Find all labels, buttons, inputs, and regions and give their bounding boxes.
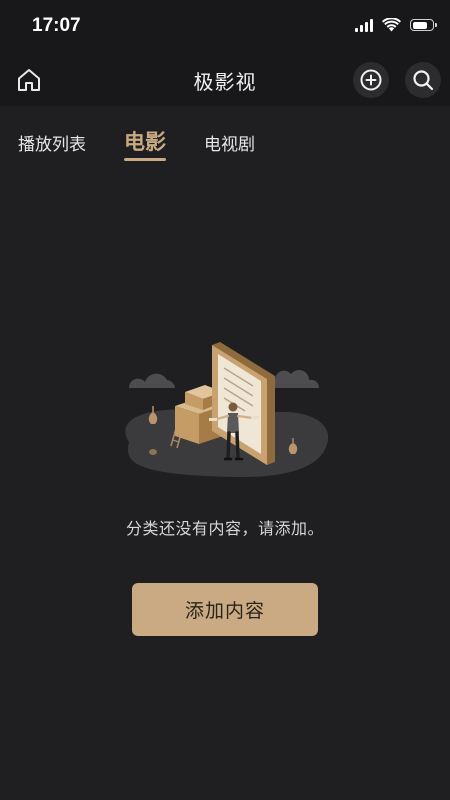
cellular-signal-icon (355, 18, 373, 32)
status-icons (355, 18, 437, 32)
category-tabs: 播放列表 电影 电视剧 (18, 122, 293, 166)
tab-label: 电视剧 (204, 135, 255, 155)
tab-label: 电影 (124, 130, 166, 154)
battery-icon (410, 19, 437, 31)
search-button[interactable] (405, 62, 441, 98)
status-time: 17:07 (32, 15, 81, 36)
nav-bar: 极影视 (0, 54, 450, 106)
tab-label: 播放列表 (18, 135, 86, 155)
tab-tv-series[interactable]: 电视剧 (204, 122, 255, 155)
empty-boxes-illustration (125, 342, 329, 478)
add-button[interactable] (353, 62, 389, 98)
app-screen: 17:07 极影视 播放列表 电影 电视剧 分类还没有内容，请添加。 添加内容 (0, 0, 450, 800)
tab-playlist[interactable]: 播放列表 (18, 122, 86, 155)
status-bar: 17:07 (0, 0, 450, 54)
search-icon (413, 70, 434, 91)
empty-state-message: 分类还没有内容，请添加。 (125, 519, 324, 538)
add-content-button[interactable]: 添加内容 (132, 583, 318, 636)
plus-circle-icon (360, 69, 382, 91)
active-tab-indicator (124, 158, 166, 161)
tab-movies[interactable]: 电影 (124, 122, 166, 161)
wifi-icon (382, 18, 401, 32)
